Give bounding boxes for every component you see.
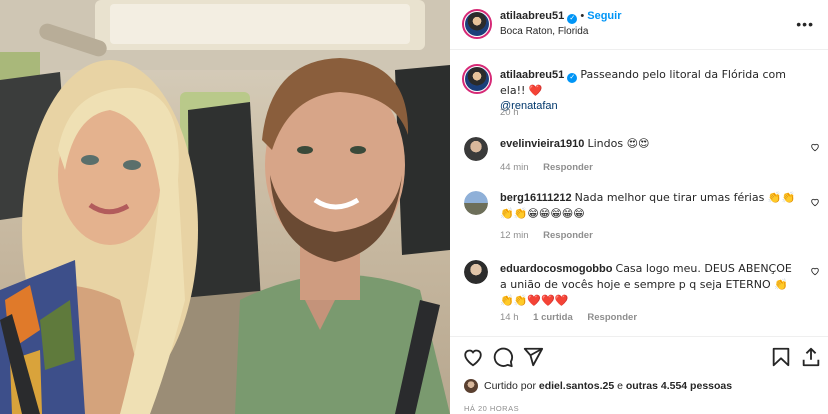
comment-time: 44 min xyxy=(500,162,529,173)
follow-button[interactable]: Seguir xyxy=(587,10,621,22)
verified-badge-icon: ✓ xyxy=(567,14,578,24)
post-timestamp[interactable]: HÁ 20 HORAS xyxy=(464,404,519,413)
reply-button[interactable]: Responder xyxy=(543,230,593,241)
divider xyxy=(450,336,828,337)
caption-time: 20 h xyxy=(500,107,519,118)
liked-by-middle: e xyxy=(617,380,623,392)
reply-button[interactable]: Responder xyxy=(543,162,593,173)
reply-button[interactable]: Responder xyxy=(587,312,637,323)
comment-like-heart-icon[interactable] xyxy=(810,197,820,207)
action-bar xyxy=(450,342,828,372)
bookmark-icon[interactable] xyxy=(770,346,792,368)
post-header: atilaabreu51 ✓ • Seguir Boca Raton, Flor… xyxy=(450,0,828,50)
more-options-icon[interactable]: ••• xyxy=(796,16,814,32)
comment-time: 14 h xyxy=(500,312,519,323)
comment-username[interactable]: berg16111212 xyxy=(500,192,572,204)
comment-like-heart-icon[interactable] xyxy=(810,266,820,276)
selfie-image xyxy=(0,0,450,414)
comment-username[interactable]: eduardocosmogobbo xyxy=(500,263,612,275)
liked-by: Curtido por ediel.santos.25 e outras 4.5… xyxy=(464,379,732,393)
comment-item: berg16111212 Nada melhor que tirar umas … xyxy=(500,190,800,222)
liker-username[interactable]: ediel.santos.25 xyxy=(539,380,614,392)
upload-icon[interactable] xyxy=(800,346,822,368)
comment-like-heart-icon[interactable] xyxy=(810,142,820,152)
comment-avatar[interactable] xyxy=(464,260,488,284)
liked-by-prefix: Curtido por xyxy=(484,380,536,392)
comment-username[interactable]: evelinvieira1910 xyxy=(500,138,584,150)
comment-item: eduardocosmogobbo Casa logo meu. DEUS AB… xyxy=(500,261,800,309)
post-photo[interactable] xyxy=(0,0,450,414)
comment-item: evelinvieira1910 Lindos 😍😍 xyxy=(500,136,790,152)
send-icon[interactable] xyxy=(522,346,544,368)
verified-badge-icon: ✓ xyxy=(567,73,578,83)
separator-dot: • xyxy=(580,10,585,22)
author-avatar[interactable] xyxy=(462,9,492,39)
comment-icon[interactable] xyxy=(492,346,514,368)
liker-avatar[interactable] xyxy=(464,379,478,393)
location-link[interactable]: Boca Raton, Florida xyxy=(500,26,588,37)
comment-avatar[interactable] xyxy=(464,191,488,215)
comment-likes-count[interactable]: 1 curtida xyxy=(533,312,573,323)
caption-username[interactable]: atilaabreu51 xyxy=(500,69,564,81)
post-panel: atilaabreu51 ✓ • Seguir Boca Raton, Flor… xyxy=(450,0,828,414)
heart-icon[interactable] xyxy=(462,346,484,368)
caption-avatar[interactable] xyxy=(462,64,492,94)
author-username[interactable]: atilaabreu51 xyxy=(500,10,564,22)
comment-avatar[interactable] xyxy=(464,137,488,161)
likes-count[interactable]: outras 4.554 pessoas xyxy=(626,380,732,392)
comment-text: Lindos 😍😍 xyxy=(587,137,650,150)
comment-time: 12 min xyxy=(500,230,529,241)
